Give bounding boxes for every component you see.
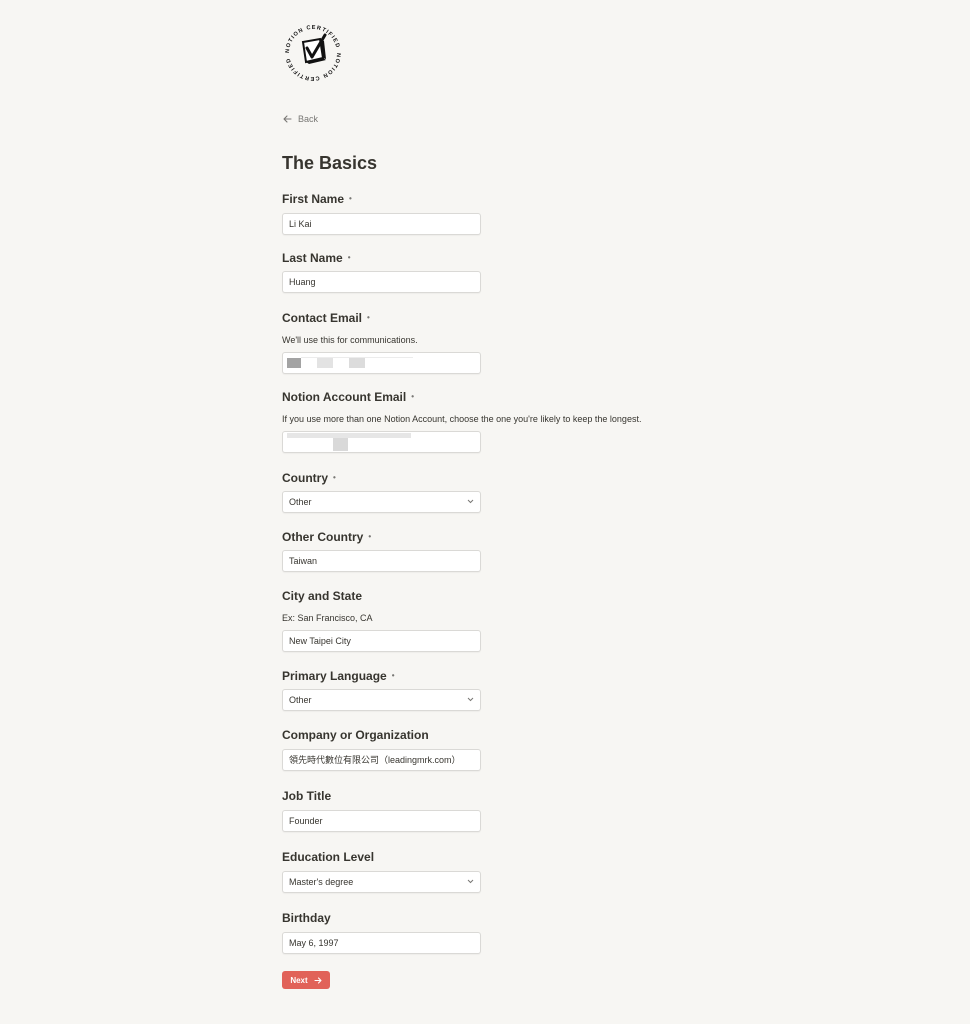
education-select[interactable]: Master's degree (282, 871, 481, 893)
redacted-block (287, 358, 301, 368)
redacted-block (301, 357, 413, 358)
arrow-right-icon (314, 976, 322, 984)
arrow-left-icon (283, 115, 292, 123)
required-mark: • (333, 473, 336, 482)
next-label: Next (290, 975, 308, 985)
required-mark: • (411, 392, 415, 401)
primary-language-label: Primary Language • (282, 669, 395, 683)
page: NOTION CERTIFIED NOTION CERTIFIED Back T… (0, 0, 970, 1024)
notion-email-input[interactable] (282, 431, 481, 453)
company-label: Company or Organization (282, 728, 429, 742)
other-country-input[interactable]: Taiwan (282, 550, 481, 572)
required-mark: • (391, 671, 395, 680)
city-state-input[interactable]: New Taipei City (282, 630, 481, 652)
company-input[interactable]: 領先時代數位有限公司（leadingmrk.com） (282, 749, 481, 771)
redacted-block (287, 433, 411, 438)
next-button[interactable]: Next (282, 971, 330, 989)
redacted-block (333, 438, 348, 451)
notion-certified-logo: NOTION CERTIFIED NOTION CERTIFIED (285, 25, 340, 81)
chevron-down-icon (467, 697, 474, 702)
contact-email-help: We'll use this for communications. (282, 335, 418, 345)
country-label: Country • (282, 471, 336, 485)
birthday-label: Birthday (282, 911, 331, 925)
last-name-label: Last Name • (282, 251, 351, 265)
chevron-down-icon (467, 879, 474, 884)
other-country-label: Other Country • (282, 530, 372, 544)
back-link[interactable]: Back (283, 114, 318, 124)
first-name-label: First Name • (282, 192, 352, 206)
job-title-input[interactable]: Founder (282, 810, 481, 832)
back-label: Back (298, 114, 319, 124)
contact-email-label: Contact Email • (282, 311, 370, 325)
notion-email-label: Notion Account Email • (282, 390, 415, 404)
education-label: Education Level (282, 850, 375, 864)
primary-language-select[interactable]: Other (282, 689, 481, 711)
redacted-block (317, 358, 333, 368)
required-mark: • (347, 253, 351, 262)
required-mark: • (367, 313, 370, 322)
required-mark: • (349, 194, 352, 203)
country-value: Other (289, 497, 312, 507)
first-name-input[interactable]: Li Kai (282, 213, 481, 235)
checkbox-seal-icon (301, 33, 327, 64)
city-state-label: City and State (282, 589, 363, 603)
chevron-down-icon (467, 499, 474, 504)
primary-language-value: Other (289, 695, 312, 705)
education-value: Master's degree (289, 877, 354, 887)
last-name-input[interactable]: Huang (282, 271, 481, 293)
country-select[interactable]: Other (282, 491, 481, 513)
contact-email-input[interactable] (282, 352, 481, 374)
page-title: The Basics (282, 153, 378, 173)
city-state-help: Ex: San Francisco, CA (282, 613, 373, 623)
job-title-label: Job Title (282, 789, 332, 803)
birthday-input[interactable]: May 6, 1997 (282, 932, 481, 954)
notion-email-help: If you use more than one Notion Account,… (282, 414, 642, 424)
required-mark: • (368, 532, 372, 541)
redacted-block (349, 358, 365, 368)
